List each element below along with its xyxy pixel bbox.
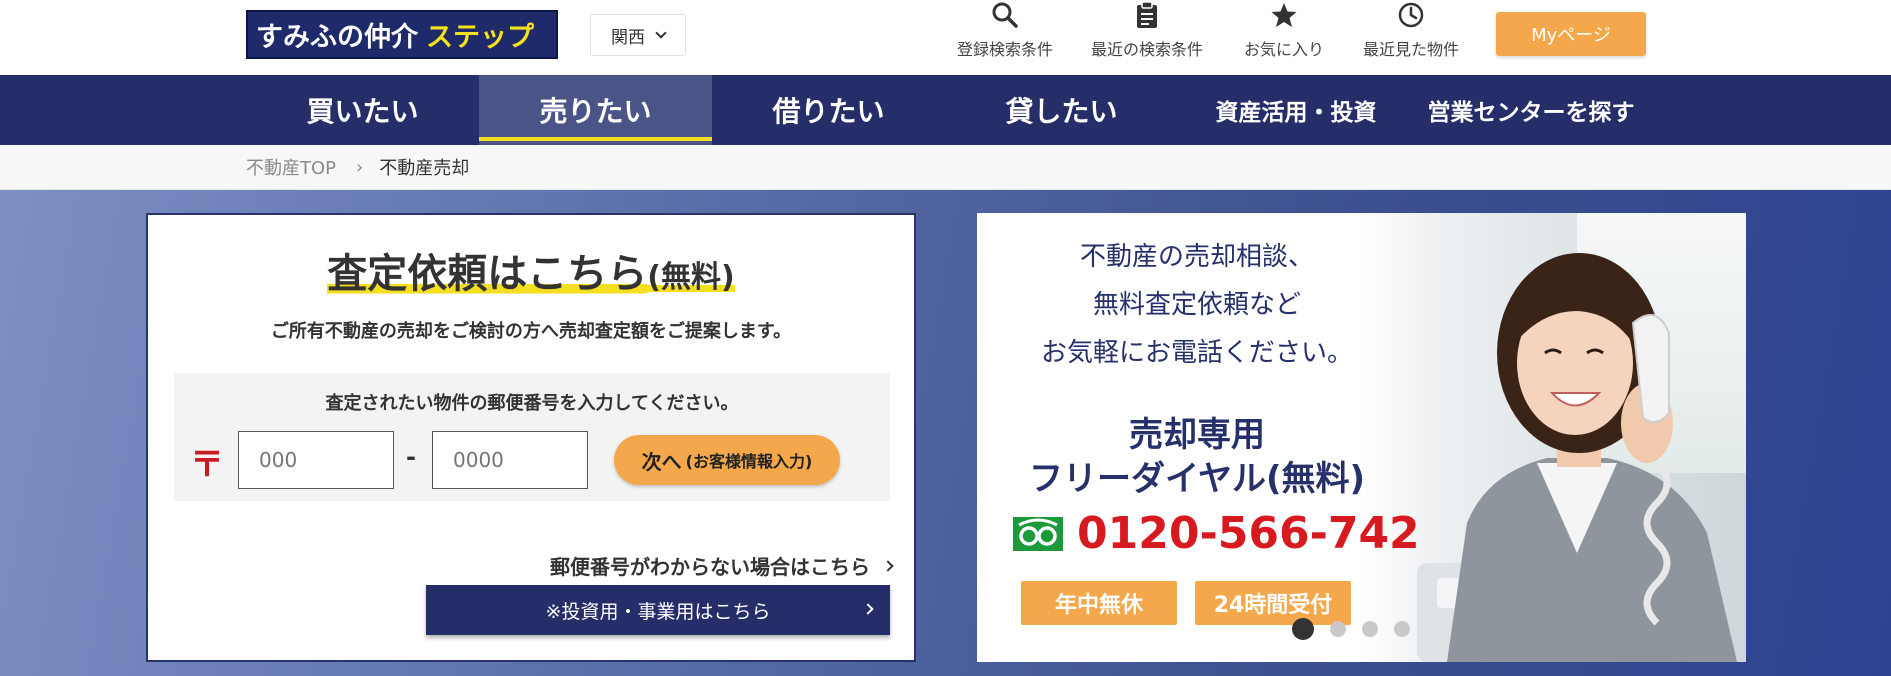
breadcrumb-current: 不動産売却 [379,158,470,179]
appraisal-form-card: 査定依頼はこちら(無料) ご所有不動産の売却をご検討の方へ売却査定額をご提案しま… [146,213,916,662]
recently-viewed-label: 最近見た物件 [1362,40,1459,59]
favorites-link[interactable]: お気に入り [1236,0,1332,70]
carousel-dot-2[interactable] [1330,621,1346,637]
form-subtitle: ご所有不動産の売却をご検討の方へ売却査定額をご提案します。 [270,321,792,342]
unknown-zip-link[interactable]: 郵便番号がわからない場合はこちら [550,551,894,580]
form-title: 査定依頼はこちら(無料) [148,241,914,299]
next-button-label: 次へ [641,449,682,474]
carousel-dot-1[interactable] [1292,618,1314,640]
logo-main-text: すみふの仲介 [256,22,418,53]
banner-intro: 不動産の売却相談、 無料査定依頼など お気軽にお電話ください。 [977,233,1417,377]
saved-search-link[interactable]: 登録検索条件 [950,0,1060,70]
banner-line-2: 無料査定依頼など [1092,290,1301,320]
tab-buy[interactable]: 買いたい [246,75,479,145]
unknown-zip-label: 郵便番号がわからない場合はこちら [550,555,870,579]
site-header: すみふの仲介 ステップ 関西 登録検索条件 最近の検索条件 お気に入り 最近見た… [0,0,1891,75]
tab-rent[interactable]: 借りたい [712,75,945,145]
next-button[interactable]: 次へ (お客様情報入力) [614,435,840,485]
mypage-button[interactable]: Myページ [1496,12,1646,56]
recent-search-label: 最近の検索条件 [1090,40,1203,59]
form-title-main: 査定依頼はこちら [327,251,648,297]
banner-heading-1: 売却専用 [1129,415,1265,455]
banner-heading: 売却専用 フリーダイヤル(無料) [977,413,1417,501]
clock-icon [1397,0,1425,30]
search-icon [991,0,1019,30]
chevron-right-icon [882,559,894,572]
zip-second-input[interactable] [432,431,588,489]
zip-input-panel: 査定されたい物件の郵便番号を入力してください。 〒 - 次へ (お客様情報入力) [174,373,890,501]
form-title-suffix: (無料) [647,260,735,295]
zip-prompt: 査定されたい物件の郵便番号を入力してください。 [325,393,739,414]
recent-search-link[interactable]: 最近の検索条件 [1082,0,1212,70]
chevron-down-icon [655,27,667,39]
phone-banner[interactable]: 不動産の売却相談、 無料査定依頼など お気軽にお電話ください。 売却専用 フリー… [977,213,1746,662]
freedial-number[interactable]: 0120-566-742 [1013,508,1420,559]
breadcrumb-home[interactable]: 不動産TOP [246,154,336,180]
banner-line-3: お気軽にお電話ください。 [1040,338,1353,368]
phone-number: 0120-566-742 [1077,508,1420,559]
tab-sell[interactable]: 売りたい [479,75,712,145]
zip-first-input[interactable] [238,431,394,489]
carousel-dot-4[interactable] [1394,621,1410,637]
breadcrumb: 不動産TOP › 不動産売却 [0,145,1891,190]
freedial-icon [1013,516,1063,551]
region-select[interactable]: 関西 [590,14,686,56]
operator-photo [1417,253,1737,662]
region-label: 関西 [611,27,645,48]
tab-lease[interactable]: 貸したい [945,75,1178,145]
banner-line-1: 不動産の売却相談、 [1079,242,1314,272]
tab-invest[interactable]: 資産活用・投資 [1192,75,1400,145]
clipboard-icon [1135,0,1159,30]
recently-viewed-link[interactable]: 最近見た物件 [1356,0,1466,70]
open-all-year-badge: 年中無休 [1021,581,1177,625]
invest-property-label: ※投資用・事業用はこちら [545,600,771,623]
zip-dash: - [406,443,416,471]
star-icon [1270,0,1298,30]
saved-search-label: 登録検索条件 [956,40,1053,59]
chevron-right-icon [862,603,874,615]
main-nav: 買いたい 売りたい 借りたい 貸したい 資産活用・投資 営業センターを探す [0,75,1891,145]
breadcrumb-separator: › [356,156,364,178]
tab-find-office[interactable]: 営業センターを探す [1408,75,1654,145]
favorites-label: お気に入り [1243,40,1324,59]
postal-mark-icon: 〒 [190,445,224,485]
banner-heading-2: フリーダイヤル(無料) [1028,459,1366,499]
carousel-dot-3[interactable] [1362,621,1378,637]
next-button-sub: (お客様情報入力) [685,452,813,471]
site-logo[interactable]: すみふの仲介 ステップ [246,10,558,59]
invest-property-button[interactable]: ※投資用・事業用はこちら [426,585,890,635]
carousel-dots [1292,618,1410,640]
logo-accent-text: ステップ [426,22,534,53]
